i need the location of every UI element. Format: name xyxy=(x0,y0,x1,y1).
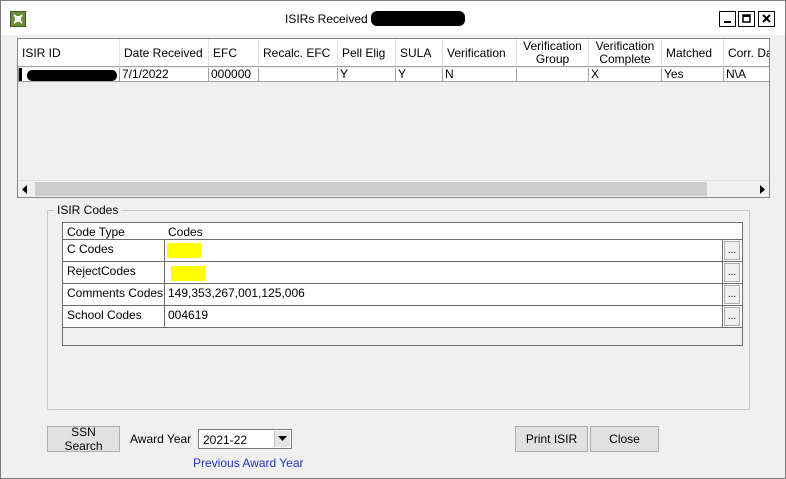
isir-codes-grid[interactable]: Code Type Codes C Codes ... RejectCodes … xyxy=(62,222,743,346)
ssn-search-button[interactable]: SSN Search xyxy=(47,425,120,453)
codes-row-c-codes[interactable]: C Codes ... xyxy=(63,240,742,262)
cell-verification: N xyxy=(442,68,517,82)
award-year-select[interactable]: 2021-22 xyxy=(198,429,292,449)
column-header-sula[interactable]: SULA xyxy=(396,39,443,66)
minimize-button[interactable] xyxy=(719,11,736,27)
cell-verification-group xyxy=(516,68,589,82)
award-year-label: Award Year xyxy=(130,432,192,446)
scroll-left-icon[interactable] xyxy=(21,185,29,194)
codes-cell[interactable]: 149,353,267,001,125,006 xyxy=(165,284,723,305)
redacted-title-name xyxy=(371,11,465,26)
school-codes-ellipsis-button[interactable]: ... xyxy=(724,307,740,326)
column-header-corr-date[interactable]: Corr. Da xyxy=(724,39,769,66)
code-type-cell: Comments Codes xyxy=(63,284,165,305)
highlighted-codes xyxy=(167,243,201,258)
previous-award-year-link[interactable]: Previous Award Year xyxy=(193,456,304,470)
close-icon xyxy=(762,14,771,23)
codes-cell[interactable] xyxy=(165,262,723,283)
cell-corr-date: N\A xyxy=(723,68,769,82)
redacted-isir-id xyxy=(27,70,117,81)
highlighted-codes xyxy=(171,266,205,281)
codes-cell[interactable]: 004619 xyxy=(165,306,723,327)
column-header-date-received[interactable]: Date Received xyxy=(120,39,209,66)
cell-date-received: 7/1/2022 xyxy=(119,68,209,82)
scrollbar-thumb[interactable] xyxy=(35,182,707,196)
codes-row-comments-codes[interactable]: Comments Codes 149,353,267,001,125,006 .… xyxy=(63,284,742,306)
cell-matched: Yes xyxy=(661,68,724,82)
cell-recalc-efc xyxy=(258,68,338,82)
isir-codes-header: Code Type Codes xyxy=(63,223,742,240)
column-header-matched[interactable]: Matched xyxy=(662,39,724,66)
close-button[interactable]: Close xyxy=(590,426,659,452)
codes-row-school-codes[interactable]: School Codes 004619 ... xyxy=(63,306,742,328)
print-isir-button[interactable]: Print ISIR xyxy=(515,426,588,452)
cell-verification-complete: X xyxy=(588,68,662,82)
maximize-button[interactable] xyxy=(738,11,755,27)
column-header-isir-id[interactable]: ISIR ID xyxy=(18,39,120,66)
column-header-verification[interactable]: Verification xyxy=(443,39,517,66)
code-type-cell: School Codes xyxy=(63,306,165,327)
app-icon xyxy=(10,11,26,27)
chevron-down-icon xyxy=(278,436,287,441)
reject-codes-ellipsis-button[interactable]: ... xyxy=(724,263,740,282)
column-header-recalc-efc[interactable]: Recalc. EFC xyxy=(259,39,338,66)
maximize-icon xyxy=(742,14,751,23)
horizontal-scrollbar[interactable] xyxy=(18,180,769,197)
c-codes-ellipsis-button[interactable]: ... xyxy=(724,241,740,260)
codes-cell[interactable] xyxy=(165,240,723,261)
award-year-dropdown-button[interactable] xyxy=(274,431,290,447)
minimize-icon xyxy=(724,21,731,23)
isir-grid[interactable]: ISIR ID Date Received EFC Recalc. EFC Pe… xyxy=(17,38,770,198)
isir-codes-group-label: ISIR Codes xyxy=(54,203,122,217)
cell-sula: Y xyxy=(395,68,443,82)
isir-grid-header: ISIR ID Date Received EFC Recalc. EFC Pe… xyxy=(18,39,769,67)
column-header-pell-elig[interactable]: Pell Elig xyxy=(338,39,396,66)
code-type-cell: C Codes xyxy=(63,240,165,261)
column-header-verification-group[interactable]: Verification Group xyxy=(517,39,589,66)
isirs-received-window: ISIRs Received - ISIR ID Date Received E… xyxy=(0,0,786,479)
code-type-cell: RejectCodes xyxy=(63,262,165,283)
window-title: ISIRs Received - xyxy=(285,12,376,26)
award-year-value: 2021-22 xyxy=(203,433,248,447)
column-header-code-type: Code Type xyxy=(67,225,125,239)
scroll-right-icon[interactable] xyxy=(758,185,766,194)
column-header-verification-complete[interactable]: Verification Complete xyxy=(589,39,662,66)
column-header-efc[interactable]: EFC xyxy=(209,39,259,66)
codes-row-reject-codes[interactable]: RejectCodes ... xyxy=(63,262,742,284)
title-bar: ISIRs Received - xyxy=(1,1,785,35)
cell-pell-elig: Y xyxy=(337,68,396,82)
table-row[interactable]: 7/1/2022 000000 Y Y N X Yes N\A xyxy=(18,68,769,82)
cell-efc: 000000 xyxy=(208,68,259,82)
close-window-button[interactable] xyxy=(758,11,775,27)
column-header-codes: Codes xyxy=(168,225,203,239)
cell-isir-id xyxy=(18,68,120,82)
comments-codes-ellipsis-button[interactable]: ... xyxy=(724,285,740,304)
